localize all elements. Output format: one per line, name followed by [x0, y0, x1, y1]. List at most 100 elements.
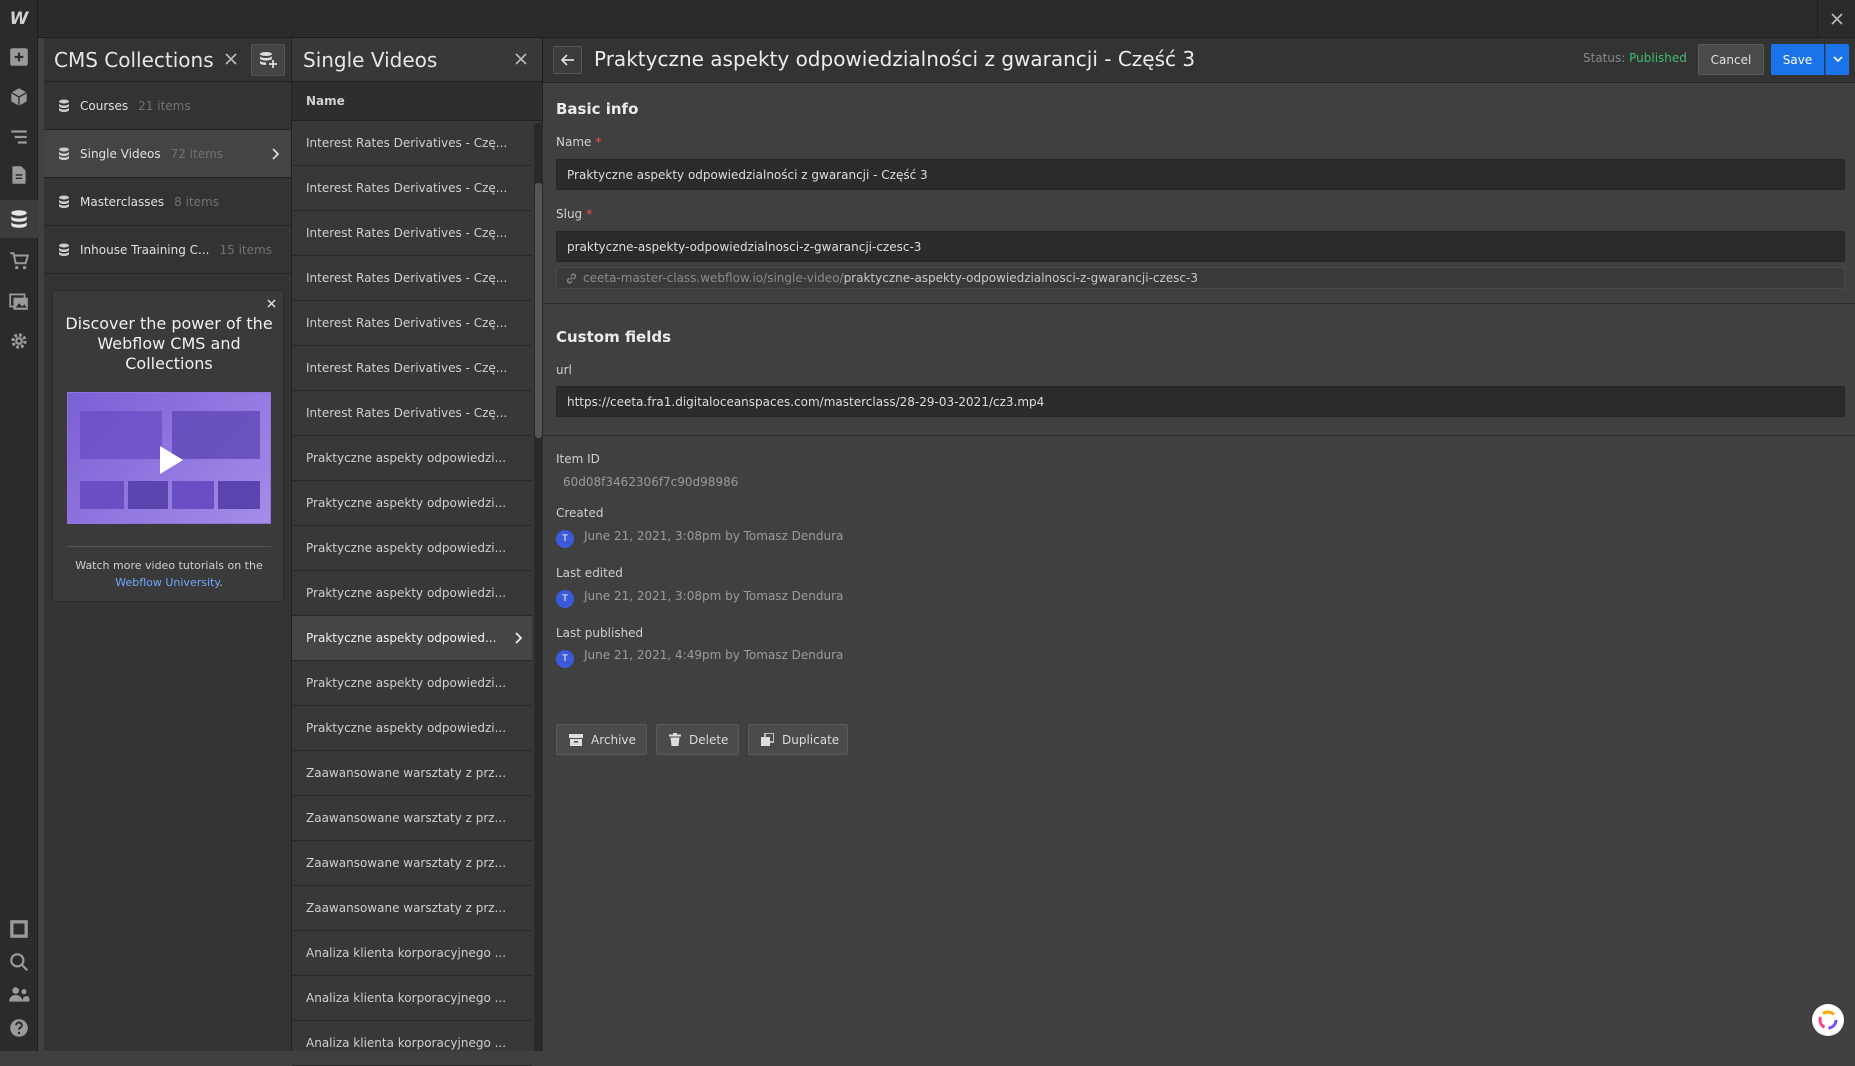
save-options-button[interactable] [1825, 44, 1849, 75]
list-item[interactable]: Praktyczne aspekty odpowiedzi... [292, 436, 532, 481]
item-editor: Praktyczne aspekty odpowiedzialności z g… [543, 38, 1855, 1051]
left-toolbar: W [0, 0, 38, 1051]
close-icon [1830, 13, 1843, 25]
trash-icon [669, 733, 681, 746]
collection-item-single-videos[interactable]: Single Videos 72 items [44, 130, 291, 178]
editor-header: Praktyczne aspekty odpowiedzialności z g… [543, 38, 1855, 83]
last-edited-value: June 21, 2021, 3:08pm by Tomasz Dendura [584, 589, 844, 603]
thumb-block [80, 481, 124, 509]
list-item[interactable]: Interest Rates Derivatives - Czę... [292, 256, 532, 301]
widget-logo-icon [1818, 1010, 1838, 1030]
list-item[interactable]: Praktyczne aspekty odpowied... [292, 616, 532, 661]
list-item[interactable]: Zaawansowane warsztaty z prz... [292, 886, 532, 931]
list-item[interactable]: Interest Rates Derivatives - Czę... [292, 346, 532, 391]
assets-icon[interactable] [0, 282, 38, 320]
close-panel-button[interactable] [514, 52, 528, 70]
list-item-label: Praktyczne aspekty odpowiedzi... [306, 676, 507, 690]
cancel-button[interactable]: Cancel [1698, 44, 1764, 75]
help-icon[interactable] [0, 1009, 38, 1047]
collection-item-courses[interactable]: Courses 21 items [44, 82, 291, 130]
collection-item-masterclasses[interactable]: Masterclasses 8 items [44, 178, 291, 226]
list-item[interactable]: Praktyczne aspekty odpowiedzi... [292, 526, 532, 571]
list-item[interactable]: Interest Rates Derivatives - Czę... [292, 391, 532, 436]
custom-fields-heading: Custom fields [556, 328, 672, 346]
list-item[interactable]: Analiza klienta korporacyjnego ... [292, 931, 532, 976]
list-item[interactable]: Praktyczne aspekty odpowiedzi... [292, 661, 532, 706]
list-item[interactable]: Zaawansowane warsztaty z prz... [292, 841, 532, 886]
close-panel-button[interactable] [224, 52, 238, 70]
scrollbar-thumb[interactable] [535, 183, 542, 438]
help-widget-button[interactable] [1812, 1004, 1844, 1036]
list-item-label: Analiza klienta korporacyjnego ... [306, 991, 507, 1005]
required-marker: * [595, 135, 602, 149]
promo-video-thumbnail[interactable] [67, 392, 271, 524]
scrollbar[interactable] [534, 123, 543, 1051]
save-button[interactable]: Save [1771, 44, 1824, 75]
chevron-right-icon [515, 632, 522, 644]
panel-title: CMS Collections [54, 47, 214, 72]
top-bar [38, 0, 1855, 38]
webflow-logo[interactable]: W [0, 0, 38, 38]
ecommerce-icon[interactable] [0, 242, 38, 280]
play-icon[interactable] [158, 445, 184, 475]
item-title: Praktyczne aspekty odpowiedzialności z g… [594, 47, 1196, 71]
url-field[interactable]: https://ceeta.fra1.digitaloceanspaces.co… [556, 386, 1845, 417]
list-item[interactable]: Analiza klienta korporacyjnego ... [292, 976, 532, 1021]
list-item-label: Interest Rates Derivatives - Czę... [306, 271, 508, 285]
list-item-label: Analiza klienta korporacyjnego ... [306, 1036, 507, 1050]
chevron-down-icon [1832, 56, 1843, 63]
item-id-label: Item ID [556, 452, 600, 466]
add-icon[interactable] [0, 38, 38, 76]
collection-item-inhouse-training[interactable]: Inhouse Traaining C... 15 items [44, 226, 291, 274]
list-item-label: Interest Rates Derivatives - Czę... [306, 181, 508, 195]
promo-text: Watch more video tutorials on the Webflo… [75, 559, 263, 589]
list-item[interactable]: Praktyczne aspekty odpowiedzi... [292, 481, 532, 526]
list-item-label: Interest Rates Derivatives - Czę... [306, 226, 508, 240]
box-icon[interactable] [0, 78, 38, 116]
list-item[interactable]: Interest Rates Derivatives - Czę... [292, 301, 532, 346]
created-label: Created [556, 506, 604, 520]
avatar: T [556, 530, 574, 548]
close-designer-button[interactable] [1817, 0, 1855, 38]
url-preview[interactable]: ceeta-master-class.webflow.io/single-vid… [556, 267, 1845, 289]
list-item[interactable]: Praktyczne aspekty odpowiedzi... [292, 706, 532, 751]
list-item-label: Praktyczne aspekty odpowiedzi... [306, 721, 507, 735]
duplicate-icon [761, 733, 774, 746]
collection-items-panel: Single Videos Name Interest Rates Deriva… [292, 38, 543, 1066]
list-item-label: Praktyczne aspekty odpowied... [306, 631, 497, 645]
archive-icon [569, 733, 583, 746]
thumb-block [172, 411, 260, 459]
add-collection-button[interactable] [251, 44, 285, 76]
webflow-university-link[interactable]: Webflow University [115, 576, 219, 589]
pages-icon[interactable] [0, 156, 38, 194]
delete-button[interactable]: Delete [656, 724, 739, 755]
navigator-icon[interactable] [0, 118, 38, 156]
collections-header: CMS Collections [44, 38, 291, 82]
list-item[interactable]: Zaawansowane warsztaty z prz... [292, 796, 532, 841]
list-item[interactable]: Interest Rates Derivatives - Czę... [292, 166, 532, 211]
cms-icon[interactable] [0, 200, 38, 238]
back-button[interactable] [553, 46, 582, 74]
name-column-header[interactable]: Name [292, 82, 542, 121]
list-item[interactable]: Interest Rates Derivatives - Czę... [292, 211, 532, 256]
divider [67, 546, 271, 547]
thumb-block [128, 481, 168, 509]
archive-button[interactable]: Archive [556, 724, 647, 755]
list-item-label: Analiza klienta korporacyjnego ... [306, 946, 507, 960]
list-item-label: Interest Rates Derivatives - Czę... [306, 406, 508, 420]
list-item[interactable]: Praktyczne aspekty odpowiedzi... [292, 571, 532, 616]
list-item[interactable]: Zaawansowane warsztaty z prz... [292, 751, 532, 796]
name-field[interactable]: Praktyczne aspekty odpowiedzialności z g… [556, 159, 1845, 190]
url-label: url [556, 363, 572, 377]
list-item-label: Zaawansowane warsztaty z prz... [306, 766, 507, 780]
avatar: T [556, 590, 574, 608]
list-item[interactable]: Interest Rates Derivatives - Czę... [292, 121, 532, 166]
close-icon [225, 53, 237, 65]
cms-promo-card: Discover the power of the Webflow CMS an… [52, 290, 284, 602]
duplicate-button[interactable]: Duplicate [748, 724, 848, 755]
list-item[interactable]: Analiza klienta korporacyjnego ... [292, 1021, 532, 1066]
dismiss-promo-button[interactable] [267, 297, 276, 312]
slug-field[interactable]: praktyczne-aspekty-odpowiedzialnosci-z-g… [556, 231, 1845, 262]
database-icon [59, 147, 69, 160]
settings-icon[interactable] [0, 322, 38, 360]
